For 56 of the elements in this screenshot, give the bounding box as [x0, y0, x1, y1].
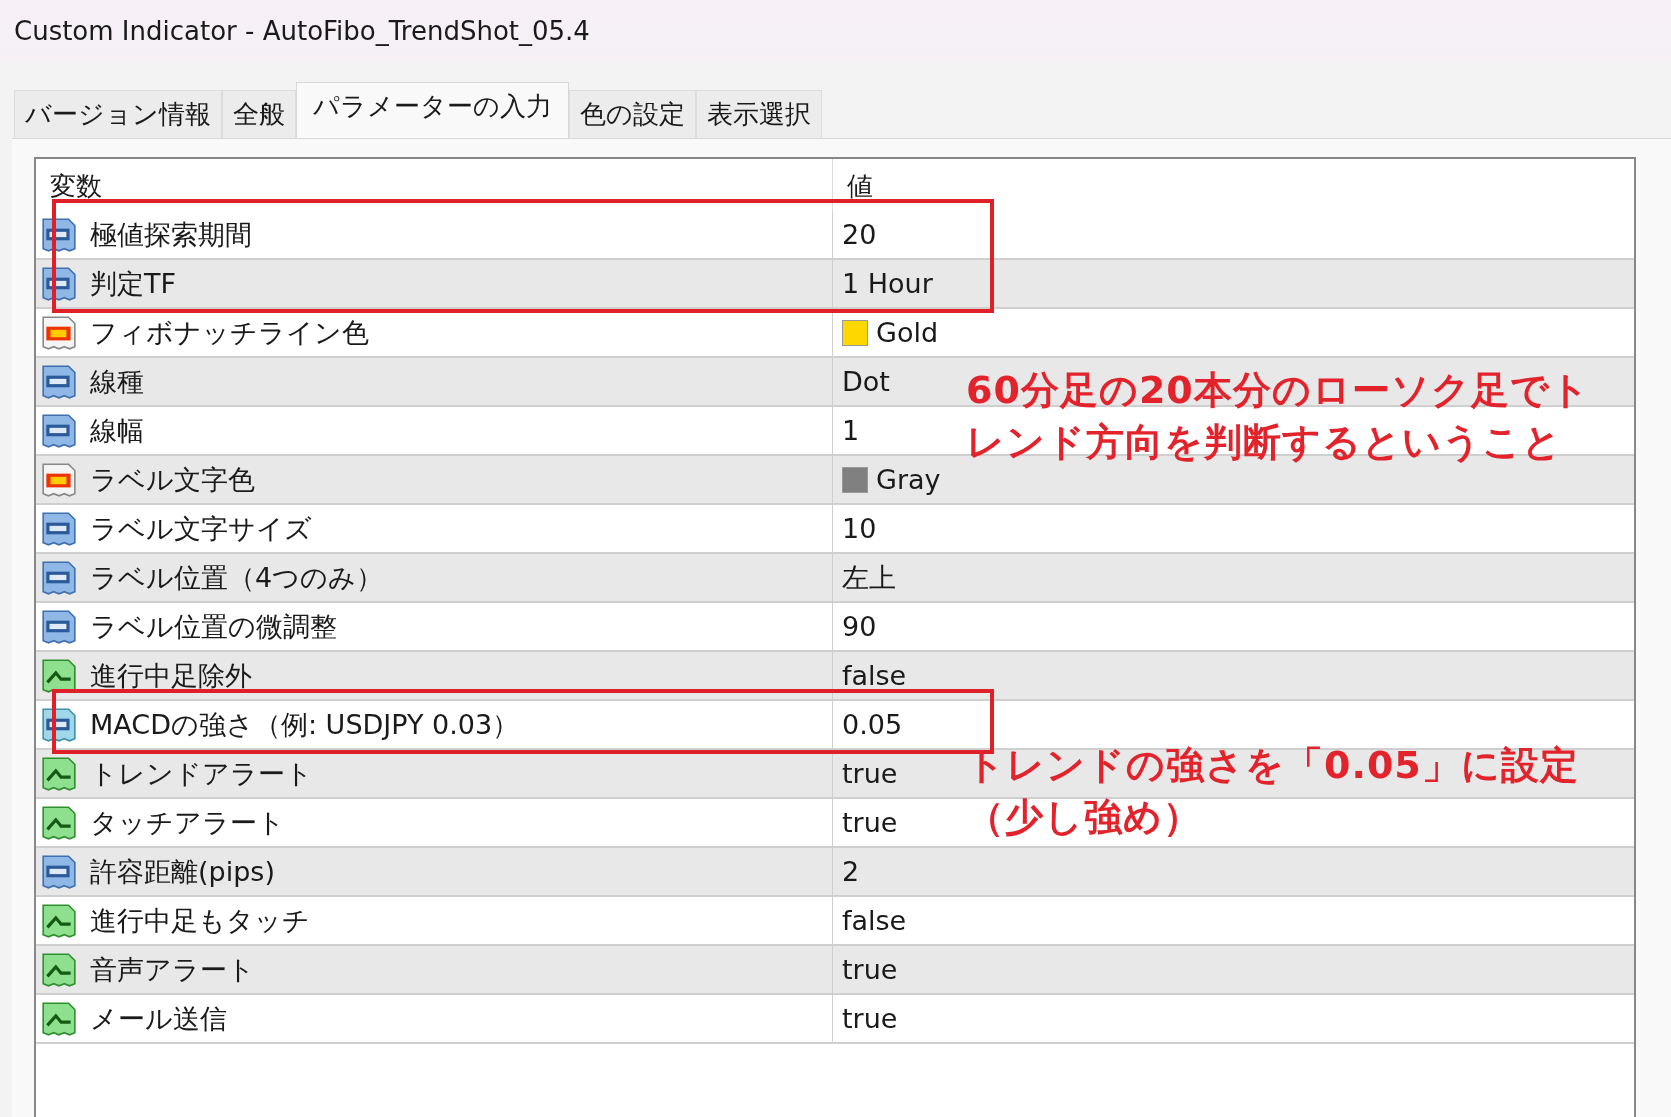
chart-icon [40, 950, 78, 989]
parameter-value[interactable]: 0.05 [842, 709, 903, 740]
parameter-value[interactable]: true [842, 1003, 898, 1034]
number-icon [40, 362, 78, 401]
parameter-name: ラベル文字サイズ [90, 511, 312, 546]
parameter-name: 線種 [90, 364, 144, 399]
tab[interactable]: 色の設定 [569, 90, 696, 138]
parameter-name: トレンドアラート [90, 756, 313, 791]
chart-icon [40, 999, 78, 1038]
parameter-name: タッチアラート [90, 805, 285, 840]
parameter-value[interactable]: 90 [842, 611, 877, 642]
number-icon [40, 852, 78, 891]
number-icon [40, 558, 78, 597]
parameter-value[interactable]: 1 Hour [842, 268, 933, 299]
number-icon [40, 411, 78, 450]
chart-icon [40, 656, 78, 695]
window-title: Custom Indicator - AutoFibo_TrendShot_05.4 [14, 16, 590, 46]
color-icon [40, 313, 78, 352]
tab[interactable]: 全般 [222, 90, 296, 138]
parameter-value[interactable]: Dot [842, 366, 890, 397]
parameter-value[interactable]: true [842, 807, 898, 838]
parameter-value[interactable]: 左上 [842, 559, 896, 596]
tab[interactable]: パラメーターの入力 [296, 82, 569, 138]
parameter-value[interactable]: true [842, 758, 898, 789]
column-header: 値 [846, 170, 874, 203]
parameter-name: ラベル位置の微調整 [90, 609, 337, 644]
parameter-value[interactable]: false [842, 660, 907, 691]
parameter-name: フィボナッチライン色 [90, 315, 369, 350]
parameter-name: 進行中足除外 [90, 658, 252, 693]
parameter-name: 極値探索期間 [90, 217, 252, 252]
parameter-name: ラベル位置（4つのみ） [90, 560, 384, 595]
parameter-name: 線幅 [90, 413, 144, 448]
parameter-value[interactable]: false [842, 905, 907, 936]
parameter-value[interactable]: Gray [876, 464, 941, 495]
tab[interactable]: 表示選択 [696, 90, 822, 138]
parameter-value[interactable]: 1 [842, 415, 860, 446]
parameter-name: メール送信 [90, 1001, 227, 1036]
parameter-name: 音声アラート [90, 952, 255, 987]
parameter-value[interactable]: 20 [842, 219, 877, 250]
parameter-name: 許容距離(pips) [90, 854, 275, 889]
tab[interactable]: バージョン情報 [14, 90, 222, 138]
number-icon [40, 509, 78, 548]
parameter-value[interactable]: true [842, 954, 898, 985]
chart-icon [40, 803, 78, 842]
parameter-name: MACDの強さ（例: USDJPY 0.03） [90, 707, 520, 742]
parameter-value[interactable]: 2 [842, 856, 860, 887]
number-icon [40, 607, 78, 646]
chart-icon [40, 901, 78, 940]
parameter-name: 進行中足もタッチ [90, 903, 310, 938]
color-icon [40, 460, 78, 499]
annotation-text: 60分足の20本分のローソク足でトレンド方向を判断するということ [966, 367, 1591, 466]
parameter-name: ラベル文字色 [90, 462, 255, 497]
parameter-value[interactable]: Gold [876, 317, 939, 348]
chart-icon [40, 754, 78, 793]
parameter-name: 判定TF [90, 266, 177, 301]
parameter-value[interactable]: 10 [842, 513, 877, 544]
